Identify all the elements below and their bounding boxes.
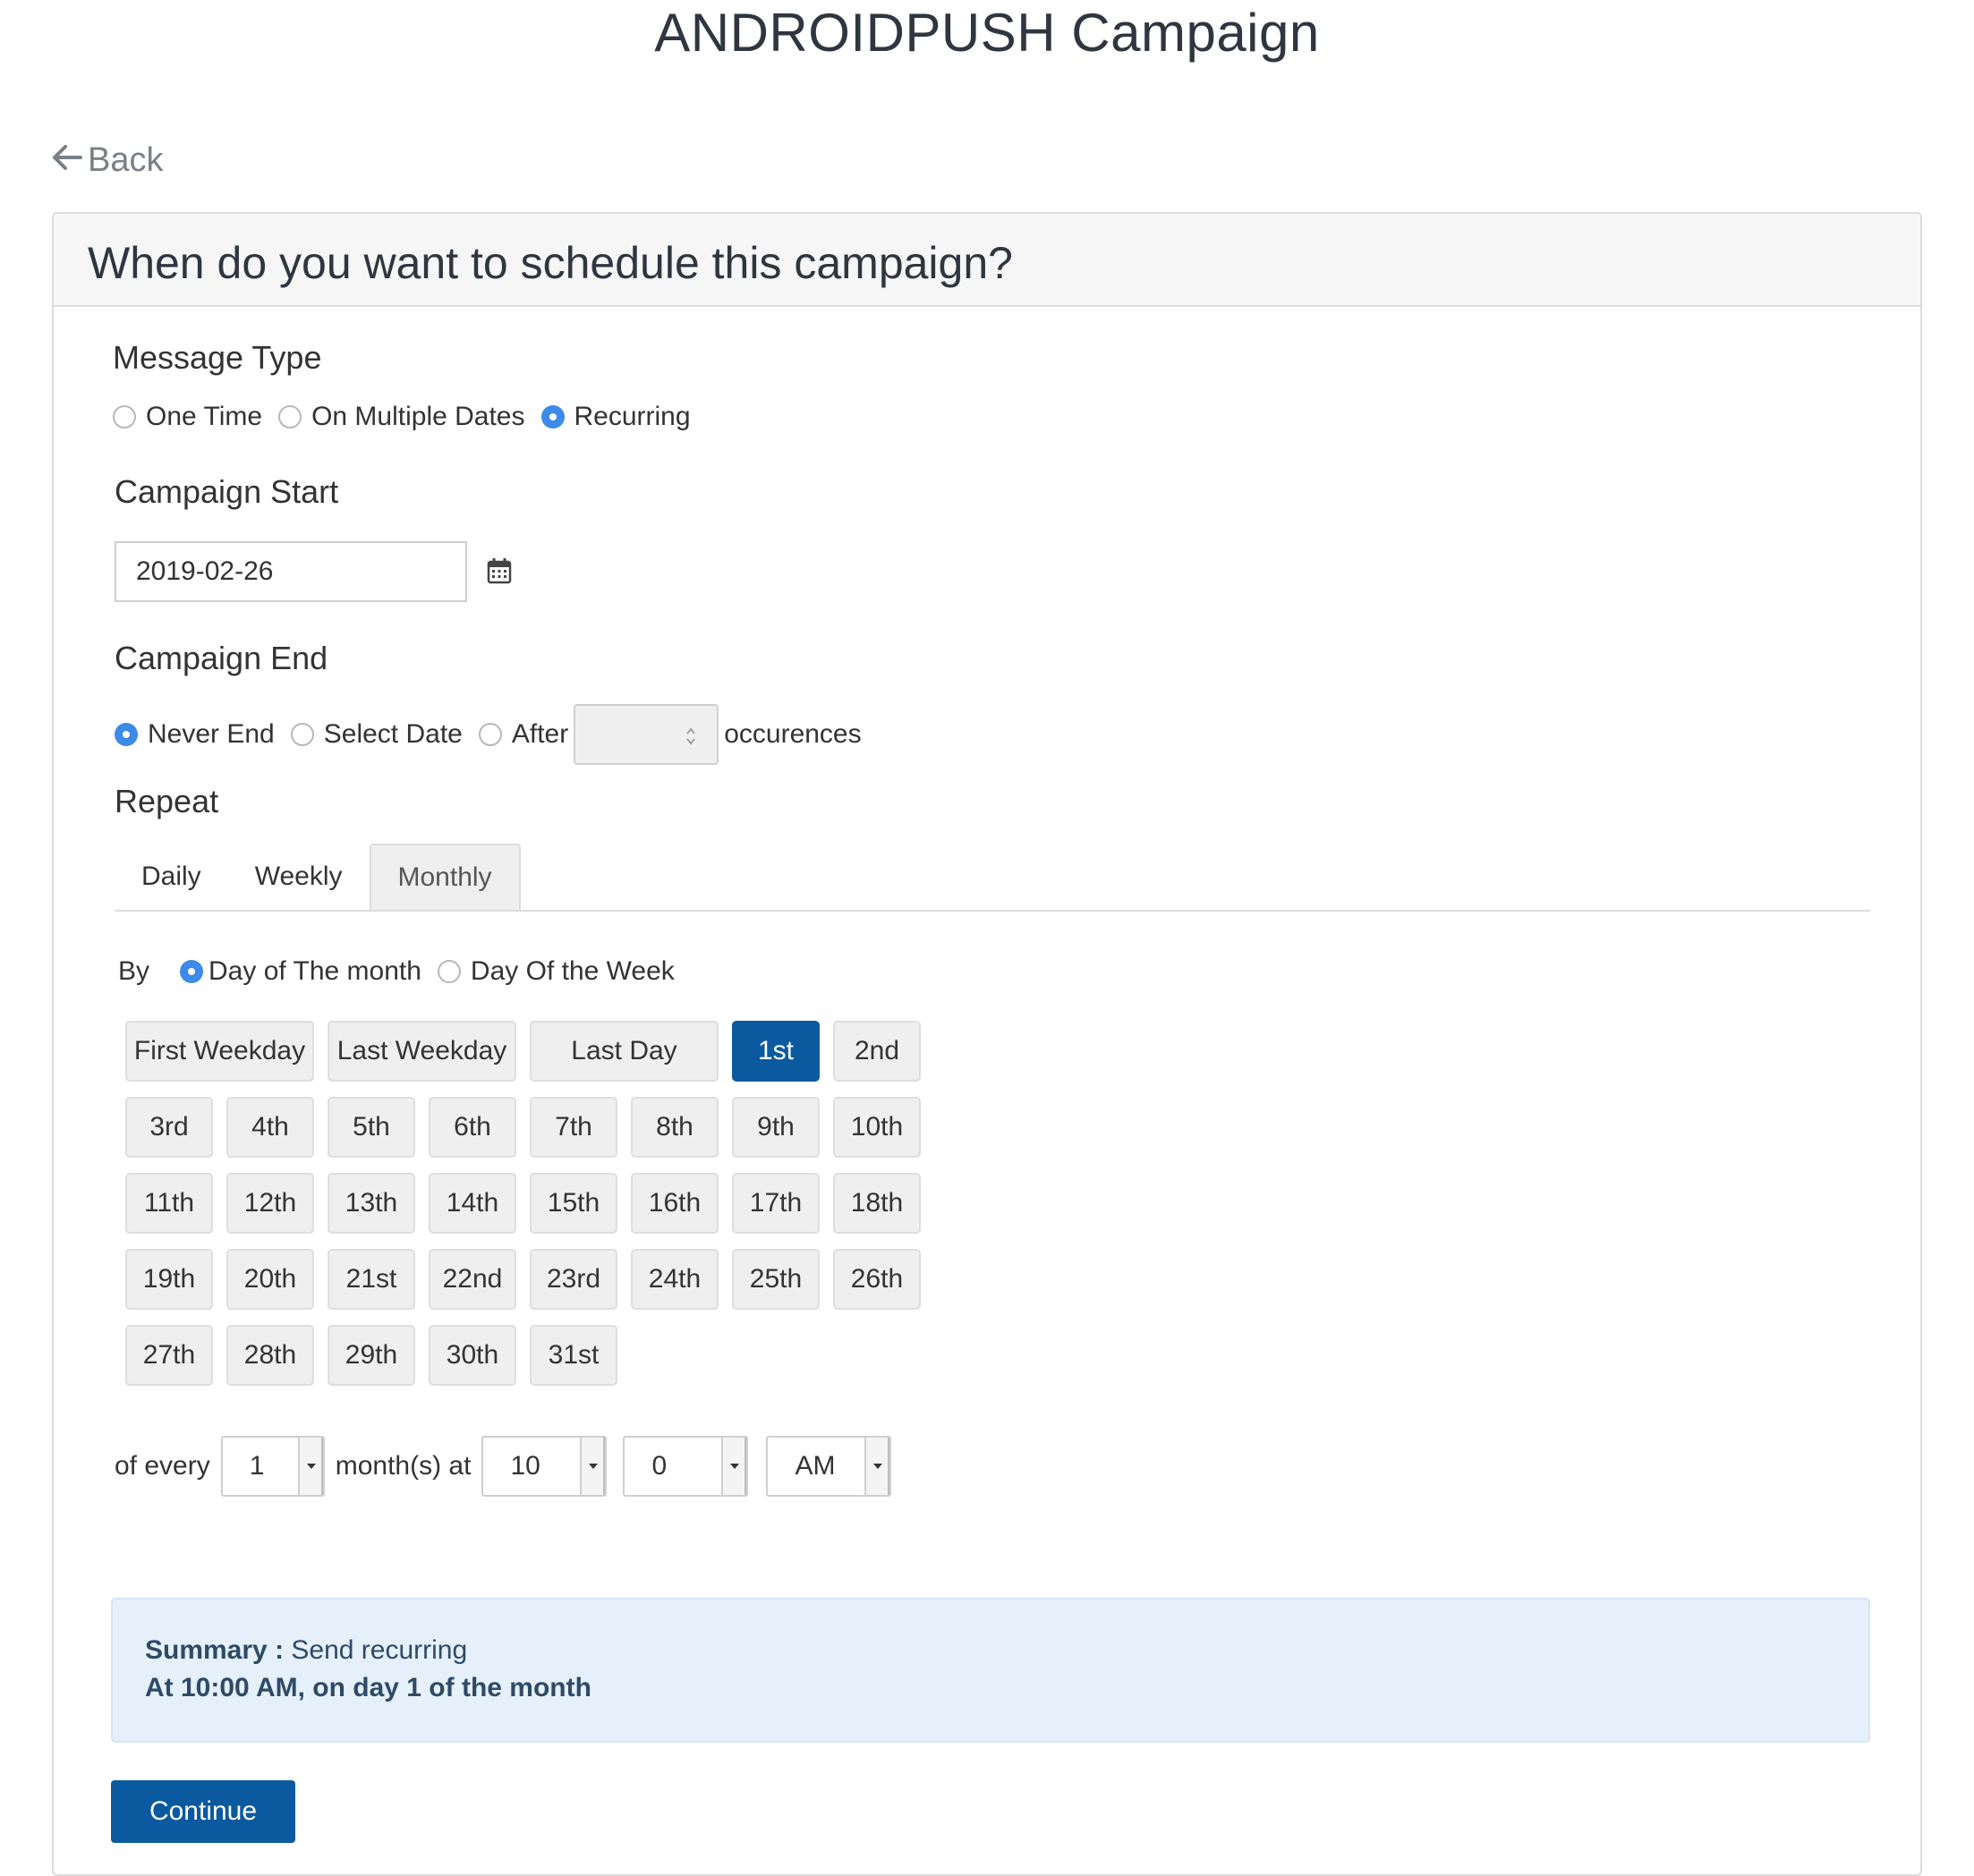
radio-never-end-label: Never End bbox=[148, 719, 275, 749]
day-button[interactable]: 21st bbox=[328, 1249, 415, 1310]
chevron-down-icon bbox=[580, 1438, 606, 1495]
radio-after[interactable] bbox=[478, 723, 502, 746]
day-button[interactable]: 30th bbox=[429, 1325, 516, 1386]
ampm-select[interactable]: AM bbox=[766, 1436, 892, 1497]
chevron-down-icon bbox=[864, 1438, 890, 1495]
day-button[interactable]: 7th bbox=[530, 1097, 617, 1158]
radio-select-date[interactable] bbox=[290, 723, 314, 746]
day-button[interactable]: 6th bbox=[429, 1097, 516, 1158]
summary-label: Summary : bbox=[145, 1635, 285, 1665]
summary-detail: At 10:00 AM, on day 1 of the month bbox=[145, 1673, 591, 1702]
day-button[interactable]: Last Day bbox=[530, 1021, 719, 1082]
day-button[interactable]: 8th bbox=[631, 1097, 719, 1158]
minute-select[interactable]: 0 bbox=[623, 1436, 749, 1497]
day-button[interactable]: 19th bbox=[125, 1249, 213, 1310]
radio-day-of-month[interactable] bbox=[180, 960, 204, 983]
continue-button[interactable]: Continue bbox=[111, 1780, 295, 1843]
repeat-label: Repeat bbox=[115, 783, 219, 819]
months-value: 1 bbox=[249, 1451, 265, 1481]
summary-line: Summary : Send recurring bbox=[145, 1635, 467, 1666]
chevron-down-icon bbox=[297, 1438, 323, 1495]
day-button[interactable]: 12th bbox=[226, 1173, 314, 1234]
day-button[interactable]: 1st bbox=[732, 1021, 820, 1082]
day-button[interactable]: 27th bbox=[125, 1325, 213, 1386]
day-button[interactable]: 9th bbox=[732, 1097, 820, 1158]
spinner-icon bbox=[686, 727, 695, 745]
repeat-tabs: Daily Weekly Monthly bbox=[115, 840, 1870, 912]
day-button[interactable]: 28th bbox=[226, 1325, 314, 1386]
campaign-start-label: Campaign Start bbox=[115, 473, 339, 510]
day-button[interactable]: 2nd bbox=[833, 1021, 921, 1082]
summary-text: Send recurring bbox=[291, 1635, 468, 1665]
radio-never-end[interactable] bbox=[115, 723, 138, 746]
occurrences-input[interactable] bbox=[574, 704, 719, 765]
tab-weekly[interactable]: Weekly bbox=[228, 844, 370, 910]
day-button[interactable]: 29th bbox=[328, 1325, 415, 1386]
day-button[interactable]: 23rd bbox=[530, 1249, 617, 1310]
message-type-options: One Time On Multiple Dates Recurring bbox=[113, 402, 691, 432]
day-button[interactable]: 15th bbox=[530, 1173, 617, 1234]
day-button[interactable]: 14th bbox=[429, 1173, 516, 1234]
chevron-down-icon bbox=[721, 1438, 747, 1495]
tabs-divider bbox=[115, 910, 1870, 912]
day-button[interactable]: 3rd bbox=[125, 1097, 213, 1158]
by-options: By Day of The month Day Of the Week bbox=[118, 956, 675, 987]
day-button[interactable]: 24th bbox=[631, 1249, 719, 1310]
of-every-label: of every bbox=[115, 1451, 210, 1481]
radio-day-of-week-label: Day Of the Week bbox=[470, 956, 675, 986]
by-label: By bbox=[118, 956, 150, 986]
summary-box: Summary : Send recurring At 10:00 AM, on… bbox=[111, 1598, 1870, 1743]
hour-value: 10 bbox=[510, 1451, 540, 1481]
day-button[interactable]: 25th bbox=[732, 1249, 820, 1310]
radio-one-time[interactable] bbox=[113, 405, 136, 429]
months-select[interactable]: 1 bbox=[220, 1436, 325, 1497]
occurrences-suffix: occurences bbox=[724, 719, 862, 749]
hour-select[interactable]: 10 bbox=[481, 1436, 608, 1497]
tab-daily[interactable]: Daily bbox=[115, 844, 228, 910]
day-button[interactable]: 13th bbox=[328, 1173, 415, 1234]
radio-day-of-week[interactable] bbox=[437, 960, 461, 983]
schedule-row: of every 1 month(s) at 10 0 AM bbox=[115, 1436, 892, 1497]
arrow-left-icon bbox=[52, 141, 82, 180]
day-button[interactable]: Last Weekday bbox=[328, 1021, 516, 1082]
radio-select-date-label: Select Date bbox=[323, 719, 463, 749]
radio-multiple-dates[interactable] bbox=[278, 405, 302, 429]
back-link[interactable]: Back bbox=[52, 141, 163, 180]
day-button[interactable]: First Weekday bbox=[125, 1021, 314, 1082]
radio-recurring[interactable] bbox=[540, 405, 565, 429]
ampm-value: AM bbox=[795, 1451, 836, 1481]
page-title: ANDROIDPUSH Campaign bbox=[654, 3, 1320, 63]
day-button[interactable]: 31st bbox=[530, 1325, 617, 1386]
campaign-end-options: Never End Select Date After occurences bbox=[115, 704, 862, 765]
minute-value: 0 bbox=[651, 1451, 668, 1481]
campaign-start-input[interactable]: 2019-02-26 bbox=[115, 541, 467, 602]
months-at-label: month(s) at bbox=[335, 1451, 472, 1481]
day-button[interactable]: 10th bbox=[833, 1097, 921, 1158]
day-button[interactable]: 11th bbox=[125, 1173, 213, 1234]
radio-one-time-label: One Time bbox=[146, 402, 263, 431]
day-button[interactable]: 18th bbox=[833, 1173, 921, 1234]
day-button[interactable]: 20th bbox=[226, 1249, 314, 1310]
campaign-end-label: Campaign End bbox=[115, 640, 328, 676]
card-title: When do you want to schedule this campai… bbox=[88, 238, 1013, 288]
radio-multiple-dates-label: On Multiple Dates bbox=[311, 402, 525, 431]
calendar-icon[interactable] bbox=[487, 557, 512, 589]
message-type-label: Message Type bbox=[113, 339, 322, 376]
day-button[interactable]: 16th bbox=[631, 1173, 719, 1234]
day-button[interactable]: 4th bbox=[226, 1097, 314, 1158]
day-button[interactable]: 17th bbox=[732, 1173, 820, 1234]
back-label: Back bbox=[88, 141, 164, 179]
radio-after-label: After bbox=[511, 719, 569, 749]
tab-monthly[interactable]: Monthly bbox=[369, 844, 521, 910]
day-button[interactable]: 22nd bbox=[429, 1249, 516, 1310]
radio-recurring-label: Recurring bbox=[574, 402, 691, 431]
radio-day-of-month-label: Day of The month bbox=[208, 956, 421, 986]
day-button[interactable]: 5th bbox=[328, 1097, 415, 1158]
day-button[interactable]: 26th bbox=[833, 1249, 921, 1310]
